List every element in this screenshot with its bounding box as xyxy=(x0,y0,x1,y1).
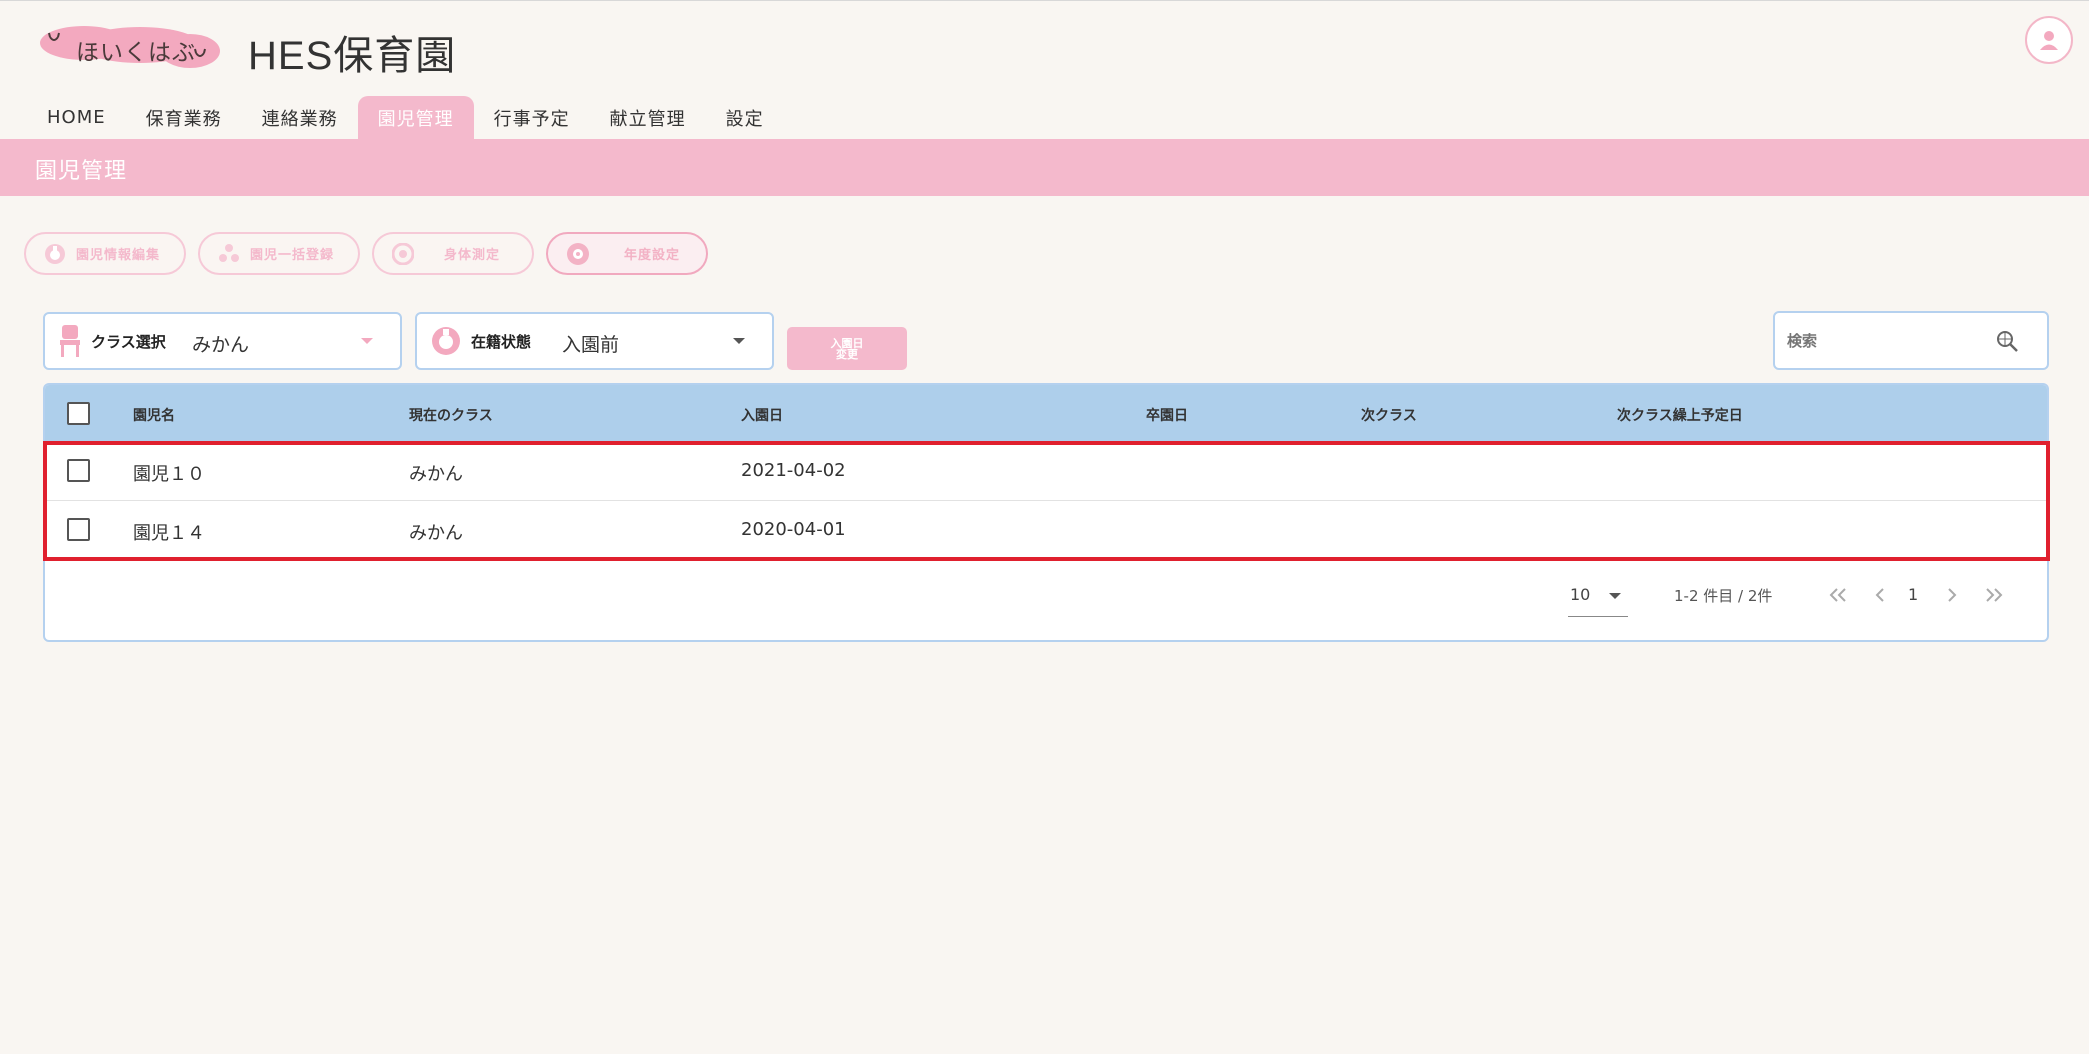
row-checkbox[interactable] xyxy=(67,518,90,541)
cell-entry-date: 2021-04-02 xyxy=(741,460,846,481)
last-page-button[interactable] xyxy=(1980,581,2008,609)
chevron-down-icon xyxy=(733,338,745,344)
app-title: HES保育園 xyxy=(248,34,457,78)
chevron-down-icon xyxy=(1609,593,1621,599)
body-measure-button[interactable]: 身体測定 xyxy=(372,232,534,275)
change-entry-date-button[interactable]: 入園日 変更 xyxy=(787,327,907,370)
previous-page-button[interactable] xyxy=(1866,581,1894,609)
cell-current-class: みかん xyxy=(409,523,463,544)
table-row[interactable]: 園児１０ みかん 2021-04-02 xyxy=(45,443,2047,501)
section-header: 園児管理 xyxy=(0,139,2089,196)
cell-entry-date: 2020-04-01 xyxy=(741,519,846,540)
double-chevron-left-icon xyxy=(1829,588,1846,602)
column-header-graduation-date[interactable]: 卒園日 xyxy=(1146,405,1188,425)
chair-icon xyxy=(60,325,80,357)
bulk-register-button[interactable]: 園児一括登録 xyxy=(198,232,360,275)
cell-current-class: みかん xyxy=(409,464,463,485)
tab-child-management[interactable]: 園児管理 xyxy=(357,96,474,139)
pagination-range: 1-2 件目 / 2件 xyxy=(1674,587,1773,605)
column-header-next-class-date[interactable]: 次クラス繰上予定日 xyxy=(1617,405,1743,425)
measure-icon xyxy=(392,242,414,265)
double-chevron-right-icon xyxy=(1986,588,2003,602)
enrollment-status-select[interactable]: 在籍状態 入園前 xyxy=(415,312,774,370)
gear-face-icon xyxy=(567,242,589,265)
current-page-number: 1 xyxy=(1908,585,1919,604)
tab-events[interactable]: 行事予定 xyxy=(474,96,590,139)
chevron-left-icon xyxy=(1875,588,1884,602)
column-header-name[interactable]: 園児名 xyxy=(133,405,175,425)
select-all-checkbox[interactable] xyxy=(67,402,90,425)
status-select-label: 在籍状態 xyxy=(471,332,532,351)
first-page-button[interactable] xyxy=(1824,581,1852,609)
fiscal-year-settings-button[interactable]: 年度設定 xyxy=(546,232,708,275)
logo-text: ほいくはぶ xyxy=(76,40,196,66)
search-icon[interactable] xyxy=(1995,329,2019,353)
app-logo: ほいくはぶ xyxy=(40,25,220,69)
user-avatar-button[interactable] xyxy=(2025,16,2073,64)
column-header-current-class[interactable]: 現在のクラス xyxy=(409,405,493,425)
cell-name: 園児１０ xyxy=(133,464,205,485)
tab-home[interactable]: HOME xyxy=(27,96,126,139)
next-page-button[interactable] xyxy=(1938,581,1966,609)
cell-name: 園児１４ xyxy=(133,523,205,544)
class-select-label: クラス選択 xyxy=(91,332,166,351)
search-input[interactable] xyxy=(1787,327,1987,355)
chevron-right-icon xyxy=(1948,588,1957,602)
table-row[interactable]: 園児１４ みかん 2020-04-01 xyxy=(45,502,2047,560)
column-header-next-class[interactable]: 次クラス xyxy=(1361,405,1417,425)
rows-per-page-select[interactable]: 10 xyxy=(1568,581,1628,617)
column-header-entry-date[interactable]: 入園日 xyxy=(741,405,783,425)
main-nav: HOME 保育業務 連絡業務 園児管理 行事予定 献立管理 設定 xyxy=(27,96,784,139)
tab-childcare[interactable]: 保育業務 xyxy=(126,96,242,139)
group-icon xyxy=(219,243,239,262)
class-select-value: みかん xyxy=(192,334,250,356)
table-header: 園児名 現在のクラス 入園日 卒園日 次クラス 次クラス繰上予定日 xyxy=(45,385,2047,443)
child-face-icon xyxy=(45,243,65,264)
child-face-icon xyxy=(432,327,460,355)
tab-settings[interactable]: 設定 xyxy=(706,96,784,139)
search-field xyxy=(1773,311,2049,370)
child-info-edit-button[interactable]: 園児情報編集 xyxy=(24,232,186,275)
page-title: 園児管理 xyxy=(35,159,128,184)
tab-menu[interactable]: 献立管理 xyxy=(590,96,706,139)
tab-contact[interactable]: 連絡業務 xyxy=(242,96,358,139)
class-select[interactable]: クラス選択 みかん xyxy=(43,312,402,370)
user-icon xyxy=(2040,31,2058,50)
row-checkbox[interactable] xyxy=(67,459,90,482)
chevron-down-icon xyxy=(361,338,373,344)
status-select-value: 入園前 xyxy=(562,334,620,356)
